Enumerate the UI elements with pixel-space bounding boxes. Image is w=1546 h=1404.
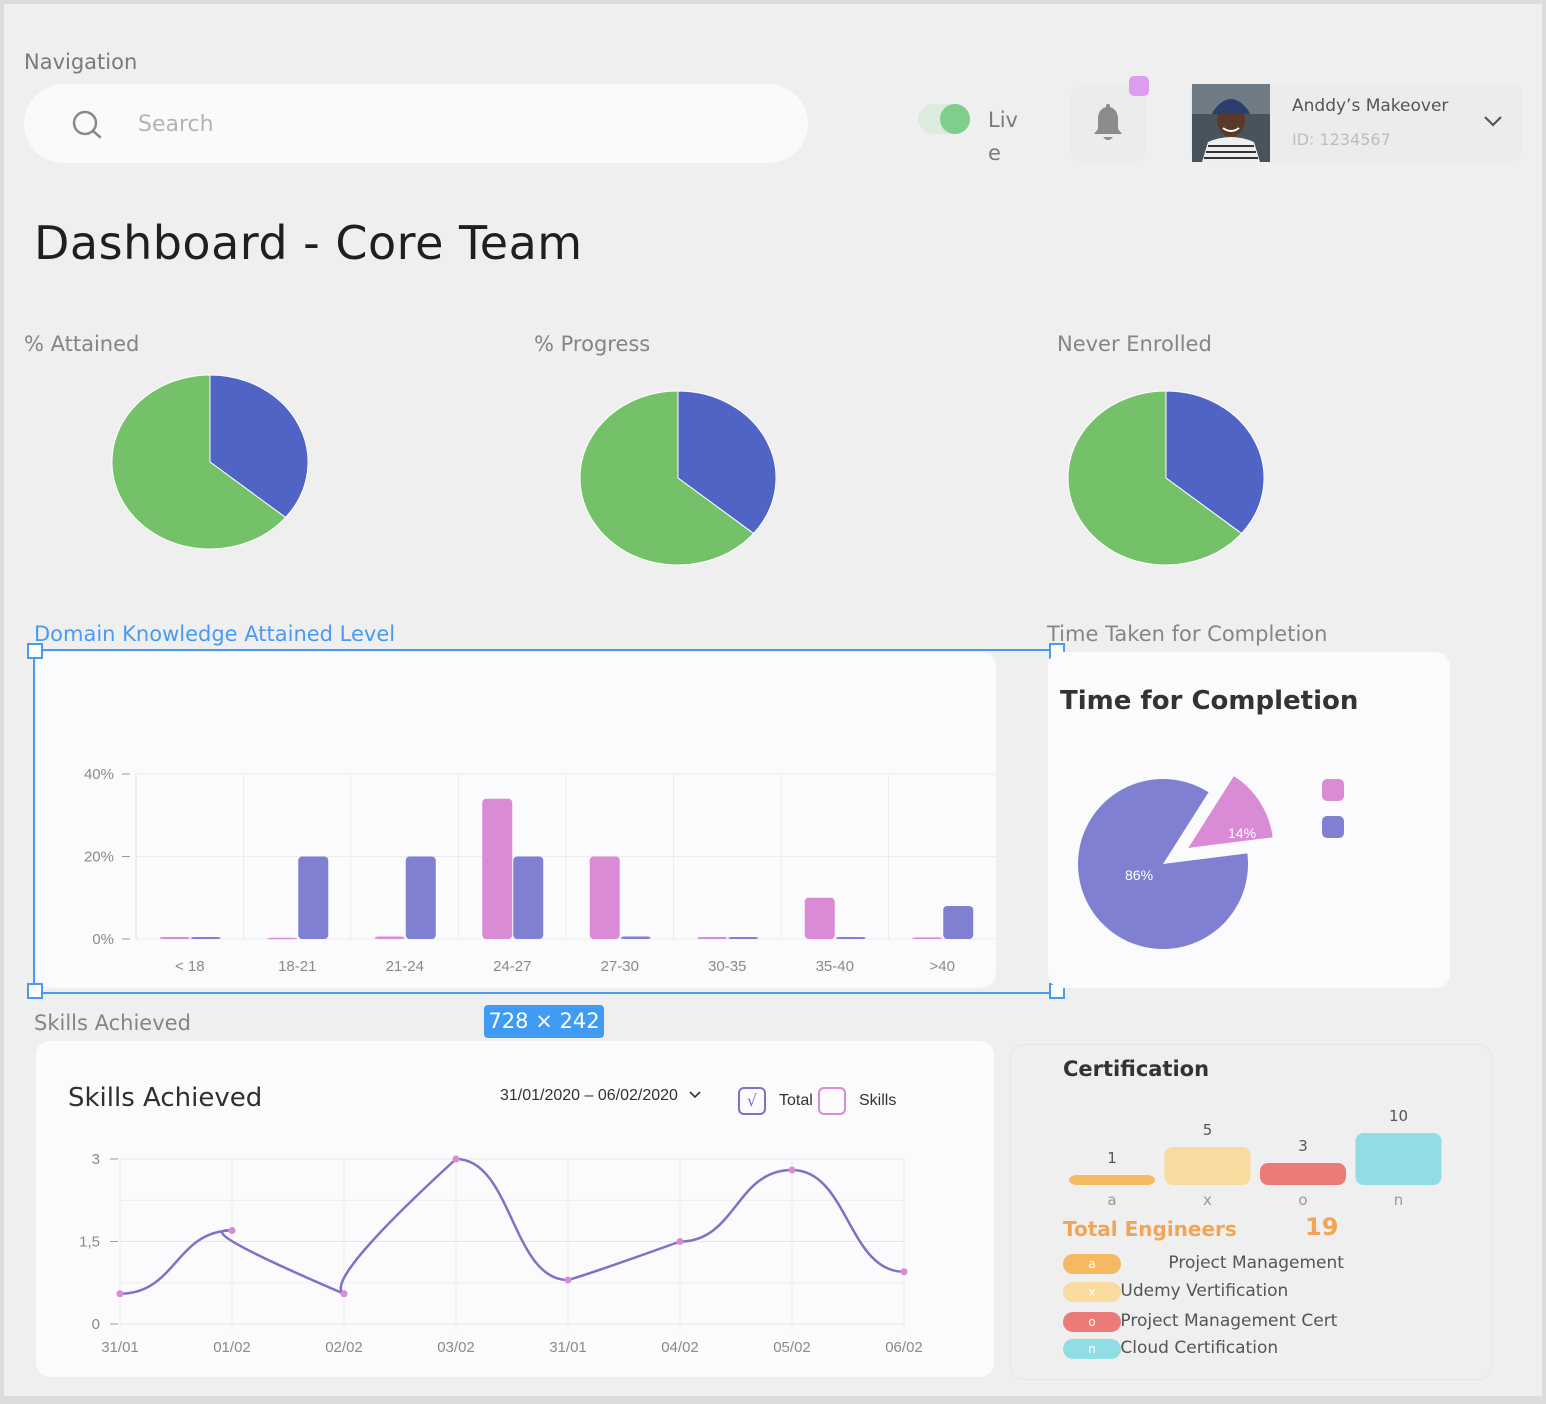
pie-attained-label: % Attained [24, 332, 140, 356]
selection-outline[interactable] [33, 649, 1059, 994]
legend-swatch-purple [1322, 816, 1344, 838]
cert-bar-category: n [1394, 1191, 1404, 1209]
time-card-title: Time for Completion [1060, 686, 1359, 716]
time-exploded-pie: 86% 14% [1078, 776, 1273, 949]
x-tick-label: 02/02 [325, 1339, 363, 1356]
cert-bar-value: 10 [1389, 1107, 1408, 1125]
legend-label: Udemy Vertification [1120, 1281, 1289, 1301]
x-tick-label: 04/02 [661, 1339, 699, 1356]
cert-legend-item: x Udemy Vertification [1063, 1281, 1288, 1302]
notification-badge [1129, 76, 1149, 96]
data-point [116, 1290, 124, 1298]
cert-bar-value: 1 [1107, 1149, 1117, 1167]
dashboard-frame: Navigation Live Anddy’ [4, 4, 1542, 1396]
pie-never-enrolled-label: Never Enrolled [1057, 332, 1212, 356]
cert-bar-value: 5 [1203, 1121, 1213, 1139]
toggle-knob [940, 104, 970, 134]
data-point [788, 1166, 796, 1174]
slice-label: 14% [1228, 825, 1256, 841]
pie-attained [111, 374, 308, 550]
avatar [1192, 84, 1270, 162]
legend-label: Project Management [1168, 1253, 1344, 1273]
legend-swatch-pink [1322, 779, 1344, 801]
data-point [900, 1268, 908, 1276]
skills-line [119, 1157, 905, 1295]
y-tick-label: 0 [92, 1316, 100, 1333]
domain-section-label: Domain Knowledge Attained Level [34, 622, 396, 646]
time-chart-card: Time for Completion 86% 14% [1048, 652, 1450, 988]
certification-title: Certification [1063, 1057, 1210, 1081]
user-name: Anddy’s Makeover [1292, 96, 1449, 116]
y-tick-label: 3 [92, 1151, 100, 1168]
legend-pill: o [1063, 1312, 1121, 1332]
cert-legend-item: a Project Management [1063, 1253, 1344, 1274]
chevron-down-icon[interactable] [1482, 114, 1504, 128]
cert-legend-item: n Cloud Certification [1063, 1338, 1278, 1359]
resize-handle-bl[interactable] [27, 983, 43, 999]
pie-progress-label: % Progress [534, 332, 651, 356]
total-engineers-value: 19 [1305, 1213, 1339, 1241]
pie-never-enrolled [1067, 390, 1264, 566]
cert-bar-value: 3 [1298, 1137, 1308, 1155]
cert-bar-a [1069, 1175, 1155, 1185]
data-point [340, 1290, 348, 1298]
cert-bar-o [1260, 1163, 1346, 1185]
cert-bar-category: x [1203, 1191, 1212, 1209]
certification-card: Certification 1 a 5 x 3 o 10 n Total Engineers … [1010, 1044, 1492, 1380]
skills-section-label: Skills Achieved [34, 1011, 191, 1035]
search-input[interactable] [136, 102, 740, 146]
cert-bar-category: a [1107, 1191, 1116, 1209]
legend-label: Cloud Certification [1120, 1338, 1279, 1358]
x-tick-label: 03/02 [437, 1339, 475, 1356]
certification-bar-chart: 1 a 5 x 3 o 10 n [1069, 1107, 1442, 1209]
skills-chart-card: Skills Achieved 31/01/2020 – 06/02/2020 … [36, 1041, 994, 1377]
data-point [228, 1227, 236, 1234]
x-tick-label: 31/01 [101, 1339, 139, 1356]
bell-icon [1094, 104, 1122, 140]
live-toggle[interactable] [918, 104, 970, 134]
x-tick-label: 06/02 [885, 1339, 923, 1356]
search-icon [72, 110, 102, 139]
cert-legend-item: o Project Management Cert [1063, 1311, 1337, 1332]
legend-pill: n [1063, 1339, 1121, 1359]
cert-bar-x [1164, 1147, 1251, 1185]
cert-bar-category: o [1298, 1191, 1307, 1209]
cert-bar-n [1355, 1133, 1442, 1185]
total-engineers-label: Total Engineers [1063, 1217, 1237, 1241]
notifications-button[interactable] [1070, 86, 1146, 162]
search-bar[interactable] [24, 84, 808, 163]
skills-line-chart: 0 1,5 3 31/01 01/02 02/02 03/02 31/01 04/02 05/02… [79, 1151, 923, 1356]
pie-progress [579, 390, 776, 566]
selection-size-badge: 728 × 242 [484, 1005, 604, 1038]
slice-label: 86% [1125, 867, 1153, 883]
legend-label: Project Management Cert [1120, 1311, 1338, 1331]
page-title: Dashboard - Core Team [34, 216, 583, 270]
time-section-label: Time Taken for Completion [1047, 622, 1328, 646]
navigation-label: Navigation [24, 50, 138, 74]
legend-pill: x [1063, 1282, 1121, 1302]
data-point [452, 1155, 460, 1163]
y-tick-label: 1,5 [79, 1234, 100, 1251]
x-tick-label: 05/02 [773, 1339, 811, 1356]
x-tick-label: 01/02 [213, 1339, 251, 1356]
data-point [676, 1238, 684, 1245]
resize-handle-tl[interactable] [27, 643, 43, 659]
live-label: Live [988, 108, 1018, 165]
user-profile-menu[interactable]: Anddy’s Makeover ID: 1234567 [1190, 84, 1522, 162]
user-id: ID: 1234567 [1292, 130, 1391, 149]
legend-pill: a [1063, 1254, 1121, 1274]
data-point [564, 1276, 572, 1284]
x-tick-label: 31/01 [549, 1339, 587, 1356]
